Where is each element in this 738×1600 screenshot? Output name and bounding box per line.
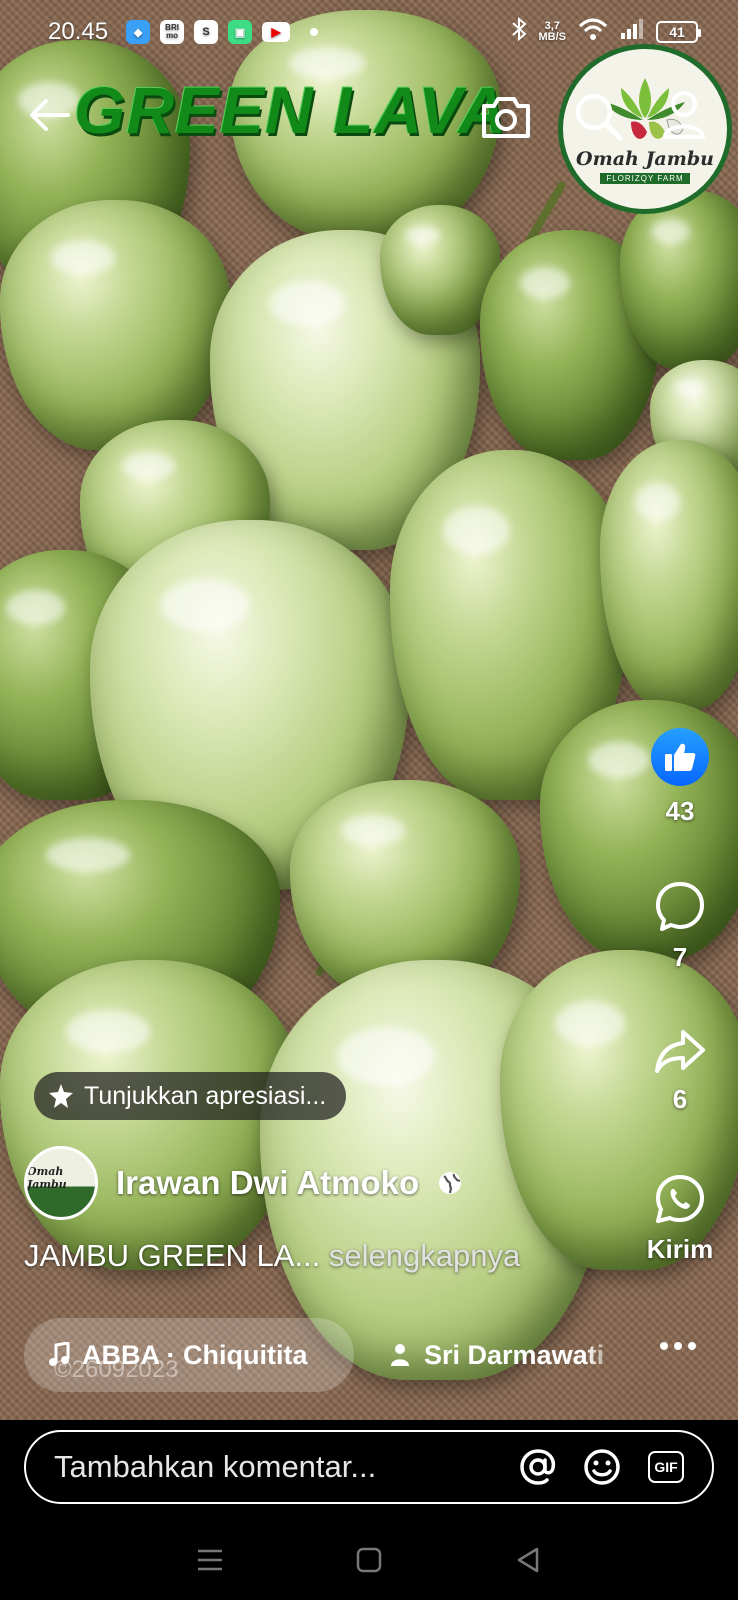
post-caption[interactable]: JAMBU GREEN LA... selengkapnya (24, 1238, 520, 1274)
share-action[interactable]: 6 (630, 1028, 730, 1115)
comment-count: 7 (672, 942, 688, 972)
menu-lines-icon (197, 1549, 222, 1571)
net-speed-unit: MB/S (538, 31, 567, 43)
home-button[interactable] (349, 1540, 389, 1580)
see-more-link[interactable]: selengkapnya (329, 1238, 520, 1273)
person-icon (391, 1344, 409, 1366)
send-label: Kirim (646, 1234, 714, 1264)
tagged-person[interactable]: Sri Darmawati (390, 1318, 620, 1392)
appreciation-button[interactable]: Tunjukkan apresiasi... (34, 1072, 347, 1120)
mention-button[interactable] (518, 1447, 558, 1487)
author-avatar[interactable]: Omah Jambu (24, 1146, 98, 1220)
emoji-button[interactable] (582, 1447, 622, 1487)
like-count: 43 (665, 796, 695, 826)
search-icon (575, 93, 623, 141)
wifi-icon (578, 18, 608, 46)
whatsapp-icon[interactable] (655, 1174, 705, 1224)
camera-button[interactable] (480, 94, 532, 140)
top-app-bar: GREEN LAVA (0, 70, 738, 170)
fruit (0, 200, 230, 450)
like-action[interactable]: 43 (630, 728, 730, 827)
smiley-icon (584, 1449, 620, 1485)
globe-icon (439, 1172, 462, 1194)
author-name[interactable]: Irawan Dwi Atmoko (116, 1164, 419, 1202)
back-button[interactable] (26, 92, 72, 138)
green-app-icon: ▣ (228, 20, 253, 44)
youtube-icon: ▶ (262, 22, 291, 42)
tagged-person-name: Sri Darmawati (424, 1339, 605, 1370)
more-dot-icon (660, 1342, 668, 1350)
thumbs-up-icon (665, 743, 696, 771)
system-back-button[interactable] (508, 1540, 548, 1580)
recent-apps-button[interactable] (190, 1540, 230, 1580)
blue-app-icon: ◆ (126, 20, 151, 44)
brimo-icon: BRI mo (160, 20, 185, 44)
comment-bar[interactable]: GIF (24, 1430, 714, 1504)
search-button[interactable] (572, 90, 624, 142)
brand-subtitle: FLORIZQY FARM (600, 173, 690, 184)
battery-indicator: 41 (656, 21, 701, 43)
author-row[interactable]: Omah Jambu Irawan Dwi Atmoko (24, 1146, 463, 1220)
bluetooth-icon (511, 16, 527, 47)
caption-text: JAMBU GREEN LA... (24, 1238, 321, 1273)
profile-button[interactable] (662, 90, 710, 142)
comment-input[interactable] (54, 1449, 494, 1485)
signal-icon (620, 18, 644, 46)
avatar-text: Omah Jambu (27, 1165, 67, 1191)
gif-button[interactable]: GIF (646, 1447, 686, 1487)
more-dot-icon (688, 1342, 696, 1350)
appreciation-label: Tunjukkan apresiasi... (84, 1081, 327, 1110)
camera-icon (482, 97, 530, 138)
network-speed: 3,7 MB/S (539, 21, 567, 43)
back-arrow-icon (30, 99, 70, 131)
comment-bubble-icon[interactable] (654, 880, 706, 932)
comment-action[interactable]: 7 (630, 880, 730, 973)
share-arrow-icon[interactable] (653, 1028, 707, 1074)
status-time: 20.45 (48, 18, 109, 45)
at-sign-icon (520, 1449, 556, 1485)
system-nav-bar (0, 1520, 738, 1600)
video-date-watermark: ©26092023 (54, 1356, 179, 1383)
notification-dot-icon (310, 28, 319, 36)
home-square-icon (356, 1547, 382, 1573)
shopee-icon: S (194, 20, 219, 44)
back-triangle-icon (518, 1547, 539, 1573)
send-action[interactable]: Kirim (630, 1174, 730, 1265)
sparkle-icon (49, 1084, 73, 1108)
more-dot-icon (674, 1342, 682, 1350)
more-options-button[interactable] (660, 1336, 704, 1356)
share-count: 6 (672, 1084, 688, 1114)
gif-icon: GIF (648, 1451, 684, 1483)
like-button[interactable] (651, 728, 709, 786)
video-title-overlay: GREEN LAVA (74, 73, 507, 147)
status-bar: 20.45 ◆ BRI mo S ▣ ▶ 3,7 MB/S 41 (0, 0, 738, 64)
profile-icon (663, 91, 705, 139)
